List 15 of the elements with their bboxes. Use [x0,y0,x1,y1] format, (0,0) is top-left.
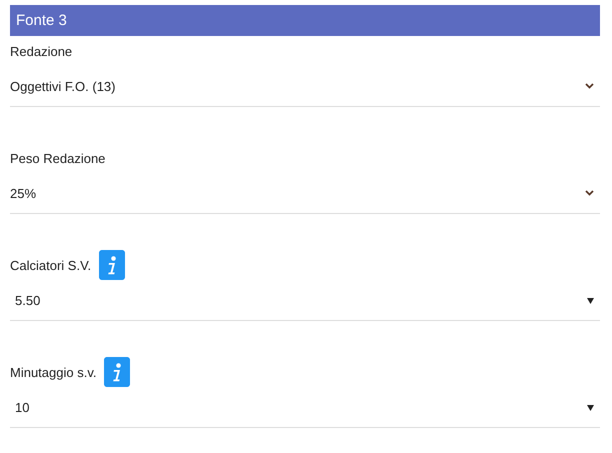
chevron-icon[interactable] [585,190,594,196]
select-field[interactable]: 10 [10,387,600,428]
section-header: Fonte 3 [10,5,600,36]
field-label: Redazione [10,44,72,58]
field-label: Minutaggio s.v. [10,364,96,380]
dropdown-arrow-icon[interactable] [587,296,594,304]
field-label: Calciatori S.V. [10,258,92,272]
dropdown-arrow-icon[interactable] [587,404,594,410]
field-label: Peso Redazione [10,150,106,166]
info-icon[interactable] [99,250,126,280]
select-field[interactable]: 5.50 [10,280,600,321]
info-icon[interactable] [104,357,130,387]
select-field[interactable]: 25% [10,173,600,214]
chevron-icon[interactable] [585,83,594,89]
select-field[interactable]: Oggettivi F.O. (13) [10,66,600,107]
